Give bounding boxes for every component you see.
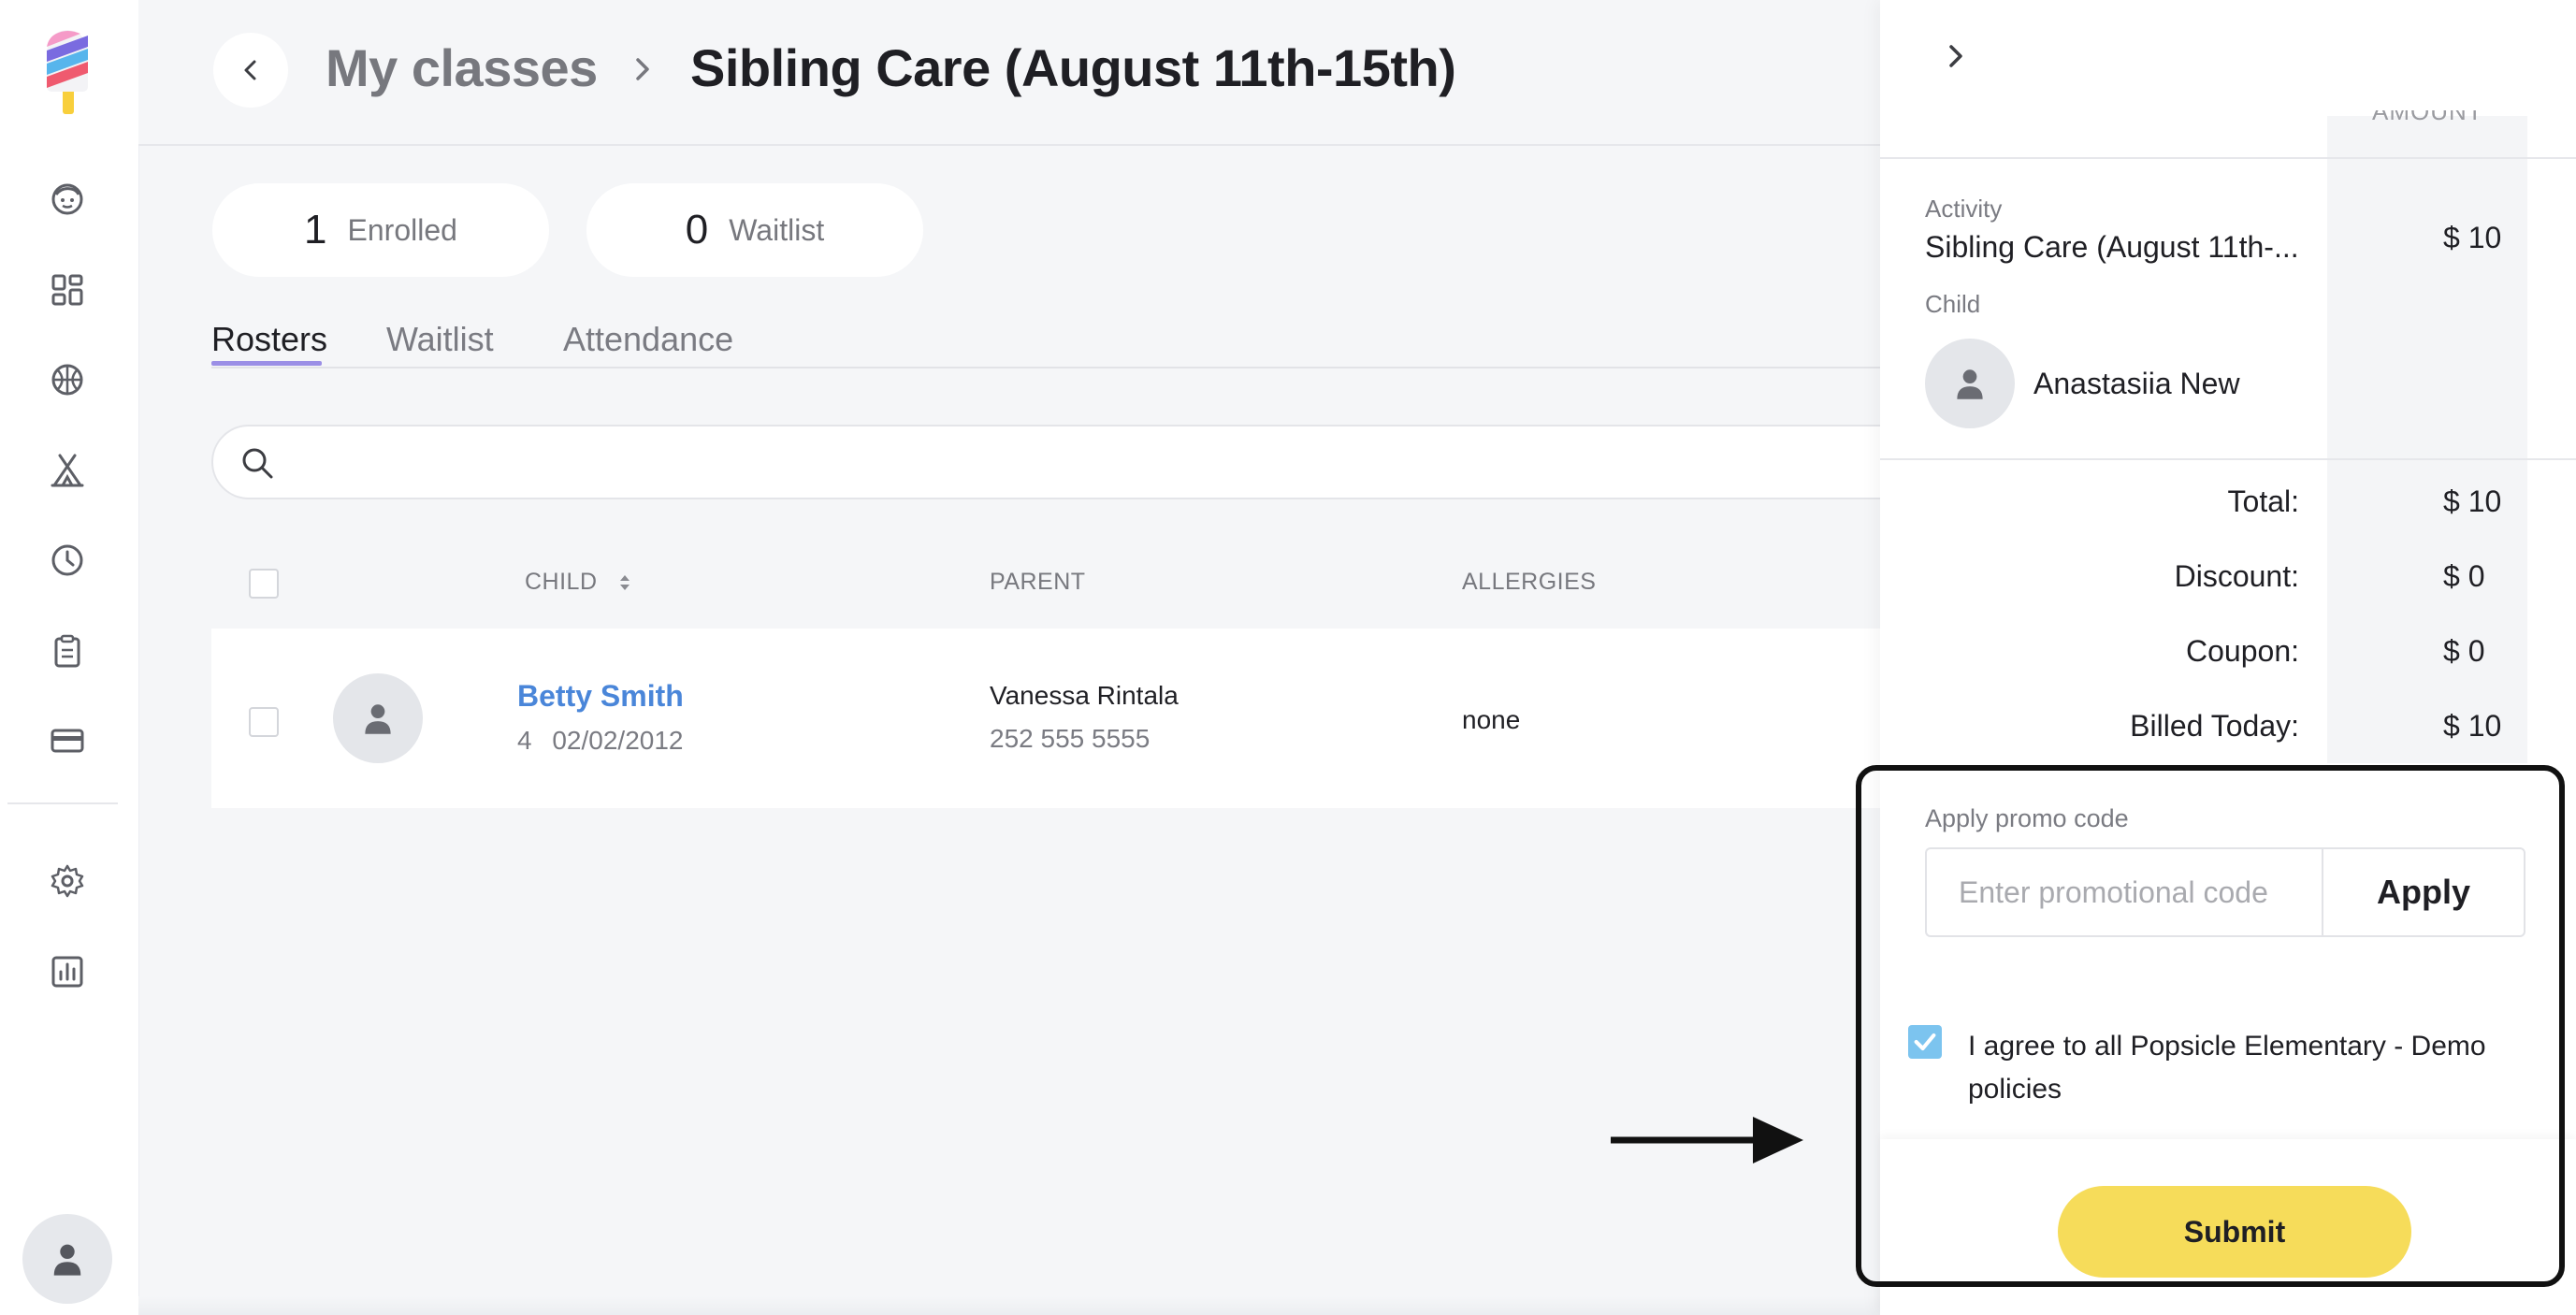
- total-value: $ 10: [2443, 484, 2502, 518]
- person-icon: [365, 704, 391, 734]
- dashboard-icon[interactable]: [41, 264, 94, 316]
- nav-divider: [7, 802, 118, 804]
- arrow-right-icon: [1611, 1117, 1803, 1163]
- total-label: Total:: [2227, 484, 2299, 518]
- collapse-panel-chevron-icon[interactable]: [1938, 34, 1975, 79]
- panel-child-avatar: [1925, 339, 2015, 428]
- panel-divider: [1880, 458, 2576, 460]
- column-header-child[interactable]: CHILD: [525, 569, 632, 596]
- child-name-link[interactable]: Betty Smith: [517, 679, 684, 714]
- panel-divider: [1880, 157, 2576, 159]
- row-checkbox[interactable]: [249, 707, 279, 737]
- waitlist-count: 0: [685, 207, 709, 253]
- policies-checkbox[interactable]: [1908, 1025, 1942, 1059]
- page-header: My classes Sibling Care (August 11th-15t…: [138, 0, 1880, 146]
- report-chart-icon[interactable]: [41, 946, 94, 998]
- allergies-value: none: [1462, 705, 1521, 734]
- sidebar-nav: [0, 0, 139, 1315]
- promo-code-label: Apply promo code: [1925, 804, 2129, 832]
- select-all-checkbox[interactable]: [249, 569, 279, 599]
- clock-icon[interactable]: [41, 534, 94, 586]
- credit-card-icon[interactable]: [41, 715, 94, 767]
- column-header-parent: PARENT: [990, 569, 1086, 595]
- coupon-value: $ 0: [2443, 634, 2485, 668]
- chevron-right-icon: [636, 58, 649, 80]
- tab-attendance[interactable]: Attendance: [563, 320, 733, 359]
- promo-code-input[interactable]: [1925, 847, 2322, 937]
- child-age-dob: 4 02/02/2012: [517, 726, 684, 755]
- activity-label: Activity: [1925, 195, 2003, 223]
- activity-name: Sibling Care (August 11th-...: [1925, 230, 2299, 264]
- enrolled-label: Enrolled: [347, 212, 457, 247]
- clipboard-icon[interactable]: [41, 625, 94, 677]
- search-input[interactable]: [297, 436, 1891, 488]
- active-tab-indicator: [211, 361, 322, 366]
- camp-tent-icon[interactable]: [41, 444, 94, 497]
- panel-child-name: Anastasiia New: [2033, 367, 2240, 400]
- parent-phone: 252 555 5555: [990, 724, 1151, 753]
- page-title: Sibling Care (August 11th-15th): [690, 38, 1456, 97]
- roster-tabs: Rosters Waitlist Attendance: [211, 314, 1886, 368]
- back-button[interactable]: [213, 33, 288, 108]
- discount-label: Discount:: [2174, 559, 2299, 593]
- gear-icon[interactable]: [41, 855, 94, 907]
- tab-rosters[interactable]: Rosters: [211, 320, 327, 359]
- discount-value: $ 0: [2443, 559, 2485, 593]
- table-row[interactable]: [211, 629, 1895, 808]
- waitlist-label: Waitlist: [729, 212, 825, 247]
- tab-waitlist[interactable]: Waitlist: [386, 320, 494, 359]
- billed-today-label: Billed Today:: [2130, 709, 2299, 743]
- apply-promo-button[interactable]: Apply: [2322, 847, 2525, 937]
- search-bar: [211, 425, 1946, 499]
- column-header-allergies: ALLERGIES: [1462, 569, 1597, 595]
- child-header-label: CHILD: [525, 569, 598, 595]
- enrolled-count: 1: [304, 207, 327, 253]
- child-label: Child: [1925, 290, 1981, 318]
- waitlist-stat: 0 Waitlist: [586, 183, 923, 277]
- person-icon: [1957, 369, 1983, 399]
- search-icon: [242, 448, 273, 479]
- sports-ball-icon[interactable]: [41, 354, 94, 406]
- enrolled-stat: 1 Enrolled: [212, 183, 549, 277]
- parent-name: Vanessa Rintala: [990, 681, 1179, 710]
- child-face-icon[interactable]: [41, 173, 94, 225]
- popsicle-logo[interactable]: [43, 26, 92, 120]
- bottom-shadow: [138, 1296, 1880, 1315]
- coupon-label: Coupon:: [2186, 634, 2299, 668]
- child-avatar: [333, 673, 423, 763]
- activity-amount: $ 10: [2443, 221, 2502, 254]
- submit-button[interactable]: Submit: [2058, 1186, 2411, 1278]
- user-avatar-icon[interactable]: [22, 1214, 112, 1304]
- sort-icon: [619, 575, 630, 591]
- amount-column: [2327, 116, 2527, 763]
- billed-today-value: $ 10: [2443, 709, 2502, 743]
- policies-agreement-text: I agree to all Popsicle Elementary - Dem…: [1968, 1031, 2486, 1105]
- breadcrumb-my-classes[interactable]: My classes: [326, 37, 598, 98]
- checkmark-icon: [1914, 1033, 1936, 1051]
- chevron-left-icon: [244, 60, 256, 80]
